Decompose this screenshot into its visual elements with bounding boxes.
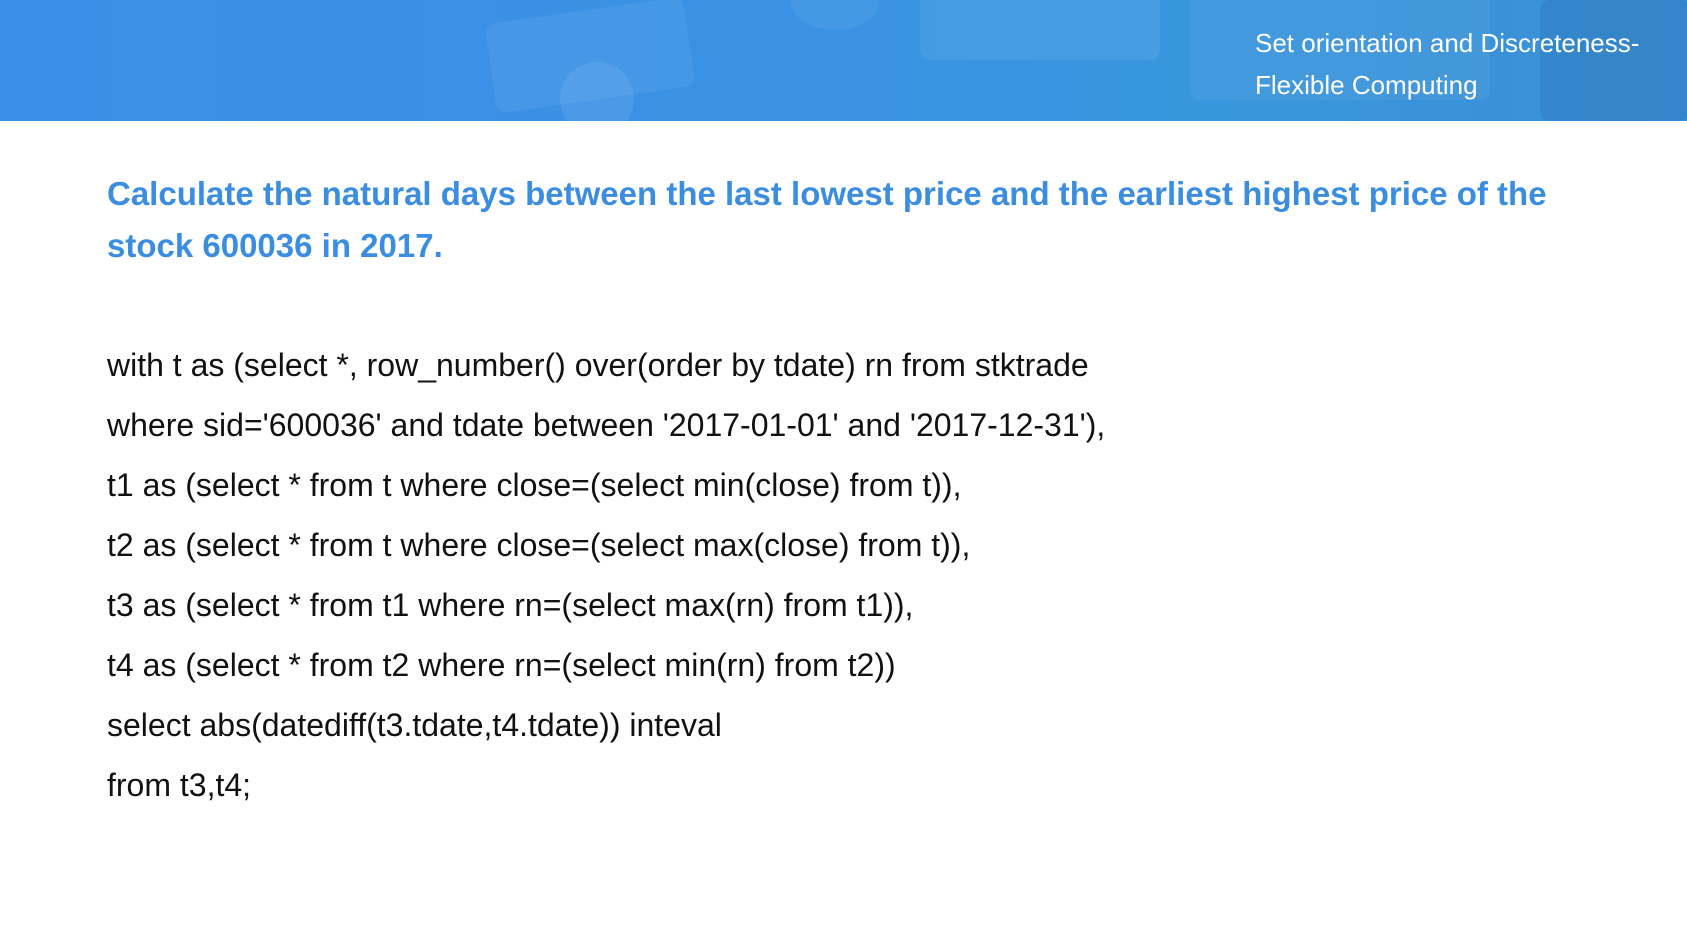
code-line: select abs(datediff(t3.tdate,t4.tdate)) … [107,707,722,743]
slide: Set orientation and Discreteness- Flexib… [0,0,1687,949]
code-line: t3 as (select * from t1 where rn=(select… [107,587,914,623]
code-line: t4 as (select * from t2 where rn=(select… [107,647,896,683]
banner-decoration [790,0,880,30]
code-line: from t3,t4; [107,767,252,803]
header-title-line2: Flexible Computing [1255,70,1478,100]
header-title-line1: Set orientation and Discreteness- [1255,28,1640,58]
code-line: with t as (select *, row_number() over(o… [107,347,1089,383]
code-line: where sid='600036' and tdate between '20… [107,407,1106,443]
sql-code-block: with t as (select *, row_number() over(o… [107,335,1607,815]
code-line: t2 as (select * from t where close=(sele… [107,527,971,563]
header-title: Set orientation and Discreteness- Flexib… [1255,22,1675,106]
code-line: t1 as (select * from t where close=(sele… [107,467,962,503]
slide-heading: Calculate the natural days between the l… [107,175,1547,264]
banner-decoration [920,0,1160,60]
header-banner: Set orientation and Discreteness- Flexib… [0,0,1687,121]
